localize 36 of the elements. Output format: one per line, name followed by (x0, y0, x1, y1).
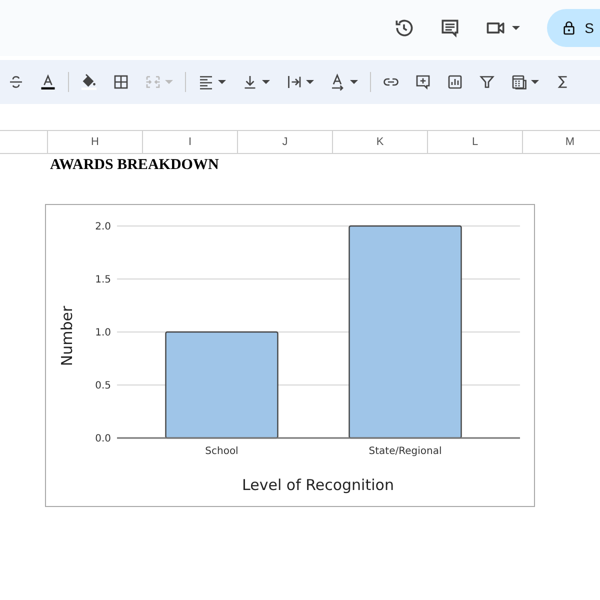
column-header[interactable]: J (238, 131, 333, 153)
column-header[interactable]: K (333, 131, 428, 153)
share-button[interactable]: S (546, 9, 600, 47)
caret-icon (530, 77, 540, 87)
functions-table-icon (510, 73, 528, 91)
y-tick-label: 2.0 (95, 222, 111, 232)
text-color-icon (39, 73, 57, 91)
filter-icon (478, 73, 496, 91)
y-tick-label: 0.0 (95, 434, 111, 444)
category-label: School (205, 446, 238, 457)
caret-icon (261, 77, 271, 87)
column-header[interactable]: H (48, 131, 143, 153)
caret-icon (349, 77, 359, 87)
column-header[interactable]: L (428, 131, 523, 153)
column-header[interactable]: I (143, 131, 238, 153)
y-tick-label: 0.5 (95, 380, 111, 392)
chart-icon (446, 73, 464, 91)
column-header[interactable]: M (523, 131, 600, 153)
borders-icon (112, 73, 130, 91)
y-tick-label: 1.0 (95, 328, 111, 338)
add-comment-icon (414, 73, 432, 91)
caret-icon (510, 23, 521, 33)
caret-icon (164, 77, 174, 87)
text-wrap-icon (285, 73, 303, 91)
lock-icon (560, 20, 577, 36)
y-axis-title: Number (58, 306, 76, 366)
category-label: State/Regional (368, 446, 442, 457)
merge-cells-icon (144, 73, 162, 91)
sheet-title: AWARDS BREAKDOWN (50, 157, 220, 174)
caret-icon (305, 77, 315, 87)
caret-icon (217, 77, 227, 87)
align-icon (197, 73, 215, 91)
x-axis-title: Level of Recognition (242, 476, 394, 494)
fill-color-icon (80, 73, 98, 91)
strikethrough-icon (7, 73, 25, 91)
y-tick-label: 1.5 (95, 274, 111, 286)
